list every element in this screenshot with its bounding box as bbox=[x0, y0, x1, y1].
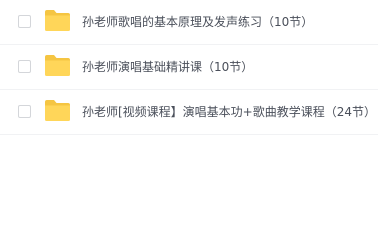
file-row[interactable]: 孙老师[视频课程】演唱基本功+歌曲教学课程（24节） bbox=[0, 90, 378, 135]
folder-icon bbox=[44, 54, 71, 77]
folder-icon bbox=[44, 9, 71, 32]
row-checkbox[interactable] bbox=[18, 60, 31, 73]
file-list: 孙老师歌唱的基本原理及发声练习（10节） 孙老师演唱基础精讲课（10节） 孙老师… bbox=[0, 0, 378, 135]
folder-icon bbox=[44, 99, 71, 122]
file-row[interactable]: 孙老师歌唱的基本原理及发声练习（10节） bbox=[0, 0, 378, 45]
file-row[interactable]: 孙老师演唱基础精讲课（10节） bbox=[0, 45, 378, 90]
row-checkbox[interactable] bbox=[18, 15, 31, 28]
row-checkbox[interactable] bbox=[18, 105, 31, 118]
file-name[interactable]: 孙老师[视频课程】演唱基本功+歌曲教学课程（24节） bbox=[82, 90, 376, 134]
file-name[interactable]: 孙老师演唱基础精讲课（10节） bbox=[82, 45, 253, 89]
file-name[interactable]: 孙老师歌唱的基本原理及发声练习（10节） bbox=[82, 0, 313, 44]
